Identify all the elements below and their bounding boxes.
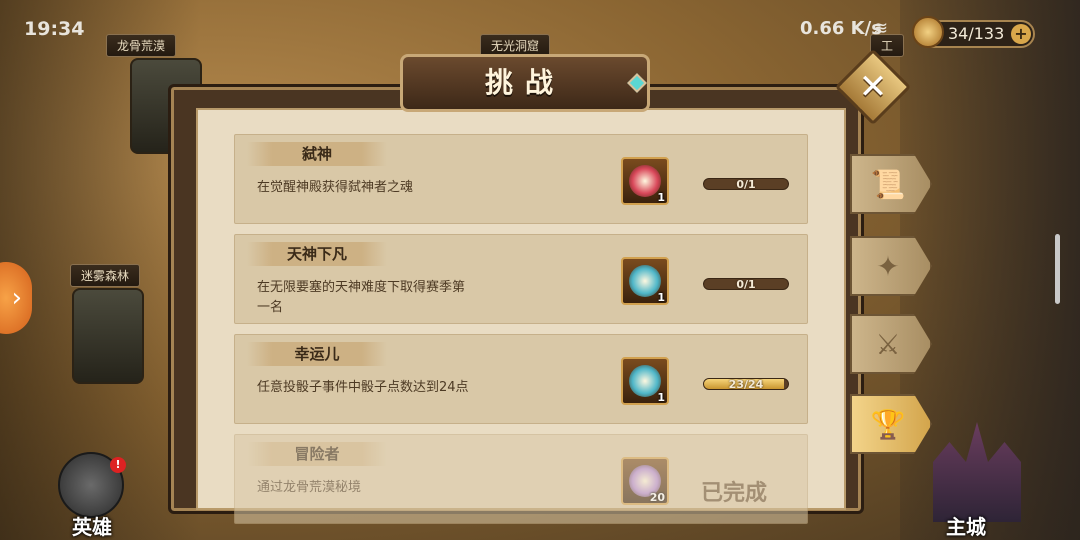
challenge-description: 通过龙骨荒漠秘境 [257,480,362,495]
wifi-icon: ≋ [873,18,889,39]
reward-count: 1 [657,291,665,304]
trophy-icon: 🏆 [870,408,906,441]
progress-text: 0/1 [736,278,756,290]
challenge-name: 天神下凡 [247,242,387,266]
challenge-description: 在无限要塞的天神难度下取得赛季第一名 [257,280,466,315]
completed-label: 已完成 [701,481,768,506]
challenge-name: 幸运儿 [247,342,387,366]
hero-notification-badge: ! [110,457,126,473]
challenge-card: 天神下凡 在无限要塞的天神难度下取得赛季第一名 1 0/1 [234,234,808,324]
reward-item[interactable]: 1 [621,157,669,205]
book-icon: ✦ [876,250,900,283]
challenge-card-completed: 冒险者 通过龙骨荒漠秘境 20 已完成 [234,434,808,524]
stamina-horn-icon [912,16,944,48]
crossed-swords-icon: ⚔ [875,328,901,361]
reward-count: 1 [657,191,665,204]
reward-count: 1 [657,391,665,404]
challenge-card: 幸运儿 任意投骰子事件中骰子点数达到24点 1 23/24 [234,334,808,424]
scroll-icon: 📜 [870,168,906,201]
dialog-title: 挑战 [400,54,650,112]
stamina-value: 34/133 [948,24,1005,43]
reward-item[interactable]: 20 [621,457,669,505]
reward-item[interactable]: 1 [621,357,669,405]
challenge-description: 在觉醒神殿获得弑神者之魂 [257,180,414,195]
main-city-button-label[interactable]: 主城 [946,511,986,540]
reward-count: 20 [649,491,665,504]
challenge-name: 弑神 [247,142,387,166]
map-statue-misty-forest[interactable] [72,288,144,384]
map-label-dragon-desert: 龙骨荒漠 [106,34,177,57]
challenge-name: 冒险者 [247,442,387,466]
challenge-description: 任意投骰子事件中骰子点数达到24点 [257,380,469,395]
hero-button-label[interactable]: 英雄 [72,511,112,540]
status-time: 19:34 [24,18,85,40]
close-icon[interactable]: ✕ [850,64,896,110]
progress-text: 23/24 [728,378,764,390]
progress-bar: 0/1 [703,178,789,190]
map-label-misty-forest: 迷雾森林 [70,264,141,287]
stamina-counter[interactable]: 34/133 + [912,16,1035,48]
progress-text: 0/1 [736,178,756,190]
progress-bar: 23/24 [703,378,789,390]
reward-item[interactable]: 1 [621,257,669,305]
add-stamina-button[interactable]: + [1011,24,1031,44]
network-speed: 0.66 K/s [800,18,882,39]
challenge-card: 弑神 在觉醒神殿获得弑神者之魂 1 0/1 [234,134,808,224]
scrollbar[interactable] [1055,234,1060,304]
progress-bar: 0/1 [703,278,789,290]
